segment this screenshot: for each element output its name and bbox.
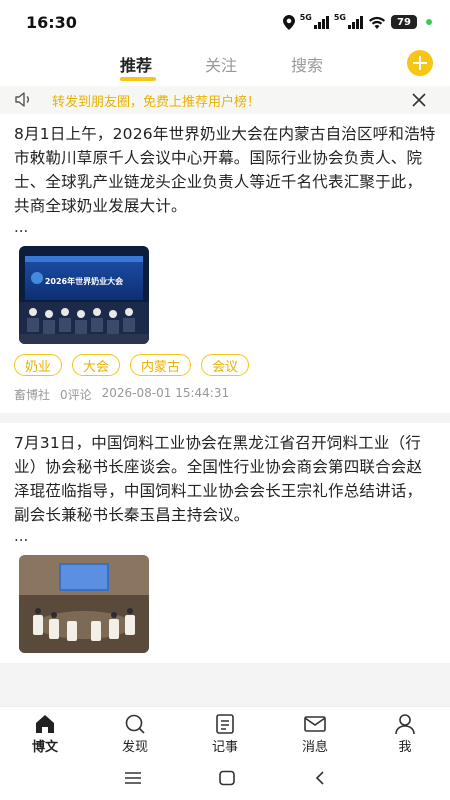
add-post-button[interactable] bbox=[407, 50, 433, 76]
meeting-photo bbox=[19, 555, 149, 653]
nav-label: 发现 bbox=[121, 740, 148, 755]
tag-dairy[interactable]: 奶业 bbox=[14, 354, 63, 376]
speaker-icon bbox=[15, 92, 29, 107]
network-label-1: 5G bbox=[299, 12, 312, 22]
post-ellipsis[interactable]: ... bbox=[14, 218, 436, 236]
post-text: 8月1日上午，2026年世界奶业大会在内蒙古自治区呼和浩特市敕勒川草原千人会议中… bbox=[14, 125, 436, 215]
system-nav-bar bbox=[0, 760, 450, 800]
close-icon[interactable] bbox=[411, 92, 427, 108]
nav-item-notes[interactable]: 记事 bbox=[180, 707, 270, 760]
nav-label: 消息 bbox=[301, 740, 328, 755]
post-card[interactable]: 7月31日，中国饲料工业协会在黑龙江省召开饲料工业（行业）协会秘书长座谈会。全国… bbox=[0, 423, 450, 663]
bottom-nav: 博文 发现 记事 消息 我 bbox=[0, 706, 450, 760]
user-icon bbox=[395, 714, 415, 735]
post-meta: 畜博社 0评论 2026-08-01 15:44:31 bbox=[14, 386, 436, 403]
nav-label: 记事 bbox=[211, 740, 238, 755]
post-image[interactable] bbox=[19, 555, 149, 653]
location-icon bbox=[282, 14, 295, 30]
feed-list[interactable]: 8月1日上午，2026年世界奶业大会在内蒙古自治区呼和浩特市敕勒川草原千人会议中… bbox=[0, 114, 450, 706]
signal-icon bbox=[313, 15, 329, 29]
status-icons: 5G 5G 79 bbox=[282, 12, 432, 30]
tab-search[interactable]: 搜索 bbox=[291, 52, 323, 76]
tag-conference[interactable]: 大会 bbox=[72, 354, 121, 376]
post-image[interactable]: 2026年世界奶业大会 bbox=[19, 246, 149, 344]
active-tab-indicator bbox=[120, 77, 156, 81]
wifi-icon bbox=[369, 16, 385, 29]
post-ellipsis[interactable]: ... bbox=[14, 527, 436, 545]
home-icon bbox=[36, 715, 54, 733]
nav-label: 博文 bbox=[31, 740, 58, 755]
mail-icon bbox=[304, 716, 326, 732]
conference-photo: 2026年世界奶业大会 bbox=[19, 246, 149, 344]
tag-list: 奶业 大会 内蒙古 会议 bbox=[14, 354, 436, 376]
tag-meeting[interactable]: 会议 bbox=[201, 354, 250, 376]
notice-bar[interactable]: 转发到朋友圈，免费上推荐用户榜！ bbox=[0, 86, 450, 114]
post-time: 2026-08-01 15:44:31 bbox=[101, 386, 230, 400]
nav-label: 我 bbox=[398, 740, 412, 755]
photo-caption: 2026年世界奶业大会 bbox=[45, 276, 123, 286]
notes-icon bbox=[216, 714, 234, 734]
tab-follow[interactable]: 关注 bbox=[205, 52, 237, 76]
battery-indicator: 79 bbox=[391, 15, 417, 29]
status-bar: 16:30 5G 5G 79 bbox=[0, 0, 450, 44]
post-text: 7月31日，中国饲料工业协会在黑龙江省召开饲料工业（行业）协会秘书长座谈会。全国… bbox=[14, 434, 423, 524]
menu-icon[interactable] bbox=[124, 770, 142, 786]
notice-text: 转发到朋友圈，免费上推荐用户榜！ bbox=[52, 94, 261, 110]
back-icon[interactable] bbox=[313, 770, 327, 786]
post-card[interactable]: 8月1日上午，2026年世界奶业大会在内蒙古自治区呼和浩特市敕勒川草原千人会议中… bbox=[0, 114, 450, 413]
nav-item-messages[interactable]: 消息 bbox=[270, 707, 360, 760]
post-author[interactable]: 畜博社 bbox=[14, 386, 50, 403]
post-comments[interactable]: 0评论 bbox=[60, 386, 92, 403]
privacy-dot bbox=[426, 19, 432, 25]
tag-inner-mongolia[interactable]: 内蒙古 bbox=[130, 354, 192, 376]
status-time: 16:30 bbox=[26, 12, 77, 32]
nav-item-me[interactable]: 我 bbox=[360, 707, 450, 760]
nav-item-blog[interactable]: 博文 bbox=[0, 707, 90, 760]
home-square-icon[interactable] bbox=[218, 770, 236, 786]
top-tabs: 推荐 关注 搜索 bbox=[0, 44, 450, 86]
network-label-2: 5G bbox=[333, 12, 346, 22]
signal-icon-2 bbox=[348, 15, 363, 29]
nav-item-discover[interactable]: 发现 bbox=[90, 707, 180, 760]
search-icon bbox=[125, 714, 145, 734]
tab-recommend[interactable]: 推荐 bbox=[120, 52, 152, 76]
plus-icon bbox=[413, 56, 427, 70]
